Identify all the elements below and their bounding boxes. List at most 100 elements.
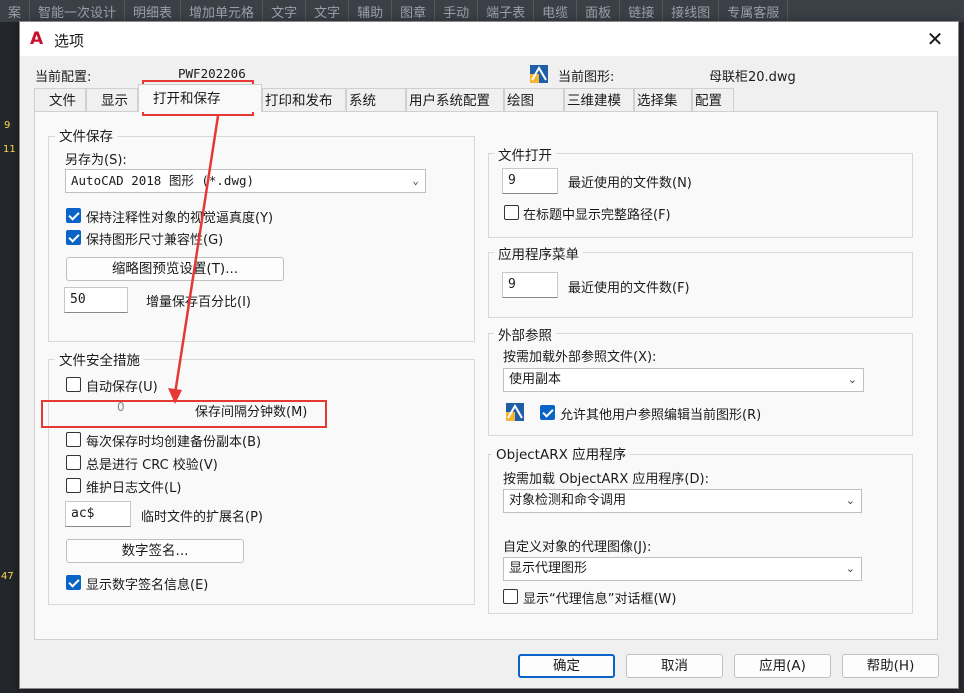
chevron-down-icon: ⌄ (847, 373, 857, 386)
log-file-checkbox[interactable] (66, 478, 81, 493)
xref-title: 外部参照 (494, 324, 556, 344)
show-signature-checkbox[interactable] (66, 575, 81, 590)
bg-menu-item: 明细表 (125, 0, 182, 22)
chevron-down-icon: ⌄ (845, 494, 855, 507)
bg-menu-item: 面板 (577, 0, 621, 22)
current-profile-value: PWF202206 (178, 66, 246, 81)
proxy-image-select[interactable]: 显示代理图形 ⌄ (503, 557, 862, 581)
tab-strip: 文件 显示 打开和保存 打印和发布 系统 用户系统配置 绘图 三维建模 选择集 … (34, 84, 734, 112)
tab-system[interactable]: 系统 (346, 88, 406, 112)
backup-copy-checkbox[interactable] (66, 432, 81, 447)
bg-menu-item: 辅助 (349, 0, 393, 22)
proxy-image-label: 自定义对象的代理图像(J): (503, 540, 652, 555)
bg-menu-item: 智能一次设计 (30, 0, 126, 22)
size-compat-label: 保持图形尺寸兼容性(G) (86, 233, 224, 248)
size-compat-checkbox[interactable] (66, 230, 81, 245)
save-as-label: 另存为(S): (65, 153, 127, 168)
allow-xref-edit-checkbox[interactable] (540, 405, 555, 420)
bg-mark: 47 (1, 571, 14, 582)
background-canvas: 9 11 47 (0, 22, 20, 693)
proxy-info-label: 显示“代理信息”对话框(W) (523, 592, 677, 607)
xref-drawing-icon (506, 403, 524, 421)
drawing-file-icon (530, 65, 548, 83)
bg-menu-item: 图章 (392, 0, 436, 22)
tab-display[interactable]: 显示 (86, 88, 138, 112)
objectarx-title: ObjectARX 应用程序 (492, 443, 631, 463)
dialog-title: 选项 (54, 32, 85, 50)
close-button[interactable]: ✕ (920, 26, 950, 52)
annotative-fidelity-checkbox[interactable] (66, 208, 81, 223)
bg-menu-item: 增加单元格 (181, 0, 264, 22)
bg-menu-item: 电缆 (534, 0, 578, 22)
incremental-save-input[interactable]: 50 (64, 287, 128, 313)
thumbnail-settings-button[interactable]: 缩略图预览设置(T)... (66, 257, 284, 281)
autosave-checkbox[interactable] (66, 377, 81, 392)
cancel-button[interactable]: 取消 (626, 654, 723, 678)
ok-button[interactable]: 确定 (518, 654, 615, 678)
tab-panel: 文件保存 另存为(S): AutoCAD 2018 图形 (*.dwg) ⌄ 保持… (34, 111, 938, 640)
objectarx-demand-select[interactable]: 对象检测和命令调用 ⌄ (503, 489, 862, 513)
temp-extension-label: 临时文件的扩展名(P) (141, 510, 263, 525)
bg-menu-item: 端子表 (478, 0, 535, 22)
tab-plot-and-publish[interactable]: 打印和发布 (262, 88, 346, 112)
temp-extension-input[interactable]: ac$ (65, 501, 131, 527)
crc-check-label: 总是进行 CRC 校验(V) (86, 458, 218, 473)
tab-profiles[interactable]: 配置 (692, 88, 734, 112)
digital-signatures-button[interactable]: 数字签名... (66, 539, 244, 563)
app-menu-recent-label: 最近使用的文件数(F) (568, 281, 690, 296)
allow-xref-edit-label: 允许其他用户参照编辑当前图形(R) (560, 408, 762, 423)
current-profile-label: 当前配置: (35, 70, 92, 85)
tab-files[interactable]: 文件 (34, 88, 86, 112)
background-ribbon: 案智能一次设计 明细表 增加单元格 文字 文字 辅助 图章 手动 端子表 电缆 面板 链接 接线图 专属客… (0, 0, 964, 22)
autosave-label: 自动保存(U) (86, 380, 158, 395)
recent-files-input[interactable]: 9 (502, 168, 558, 194)
xref-demand-select[interactable]: 使用副本 ⌄ (503, 368, 864, 392)
full-path-checkbox[interactable] (504, 205, 519, 220)
bg-menu-item: 文字 (263, 0, 307, 22)
autocad-logo-icon: A (30, 29, 44, 49)
bg-menu-item: 链接 (620, 0, 664, 22)
title-bar: A 选项 ✕ (20, 22, 958, 56)
xref-demand-value: 使用副本 (509, 372, 562, 387)
recent-files-label: 最近使用的文件数(N) (568, 176, 692, 191)
current-drawing-value: 母联柜20.dwg (709, 70, 796, 85)
backup-highlight-box (41, 400, 327, 428)
objectarx-demand-value: 对象检测和命令调用 (509, 493, 627, 508)
bg-mark: 11 (3, 144, 16, 155)
file-save-title: 文件保存 (55, 125, 117, 145)
log-file-label: 维护日志文件(L) (86, 481, 182, 496)
proxy-image-value: 显示代理图形 (509, 561, 588, 576)
tab-3d-modeling[interactable]: 三维建模 (564, 88, 634, 112)
apply-button[interactable]: 应用(A) (734, 654, 831, 678)
crc-check-checkbox[interactable] (66, 455, 81, 470)
objectarx-demand-label: 按需加载 ObjectARX 应用程序(D): (503, 472, 709, 487)
file-open-group (488, 153, 913, 238)
xref-demand-label: 按需加载外部参照文件(X): (503, 350, 657, 365)
bg-menu-item: 文字 (306, 0, 350, 22)
show-signature-label: 显示数字签名信息(E) (86, 578, 209, 593)
bg-mark: 9 (4, 120, 11, 131)
bg-menu-item: 专属客服 (719, 0, 789, 22)
bg-menu-item: 接线图 (663, 0, 720, 22)
app-menu-title: 应用程序菜单 (494, 243, 583, 263)
tab-user-preferences[interactable]: 用户系统配置 (406, 88, 504, 112)
full-path-label: 在标题中显示完整路径(F) (523, 208, 671, 223)
annotative-fidelity-label: 保持注释性对象的视觉逼真度(Y) (86, 211, 274, 226)
file-open-title: 文件打开 (494, 144, 556, 164)
backup-copy-label: 每次保存时均创建备份副本(B) (86, 435, 262, 450)
tab-drafting[interactable]: 绘图 (504, 88, 564, 112)
save-as-value: AutoCAD 2018 图形 (*.dwg) (71, 173, 255, 188)
bg-menu-item: 手动 (435, 0, 479, 22)
save-as-select[interactable]: AutoCAD 2018 图形 (*.dwg) ⌄ (65, 169, 426, 193)
current-drawing-label: 当前图形: (558, 70, 615, 85)
chevron-down-icon: ⌄ (845, 562, 855, 575)
chevron-down-icon: ⌄ (412, 174, 419, 187)
file-safety-title: 文件安全措施 (55, 349, 144, 369)
incremental-save-label: 增量保存百分比(I) (146, 295, 251, 310)
proxy-info-checkbox[interactable] (503, 589, 518, 604)
app-menu-recent-input[interactable]: 9 (502, 272, 558, 298)
tab-open-and-save[interactable]: 打开和保存 (138, 84, 262, 112)
bg-menu-item: 案 (0, 0, 31, 22)
tab-selection[interactable]: 选择集 (634, 88, 692, 112)
help-button[interactable]: 帮助(H) (842, 654, 939, 678)
